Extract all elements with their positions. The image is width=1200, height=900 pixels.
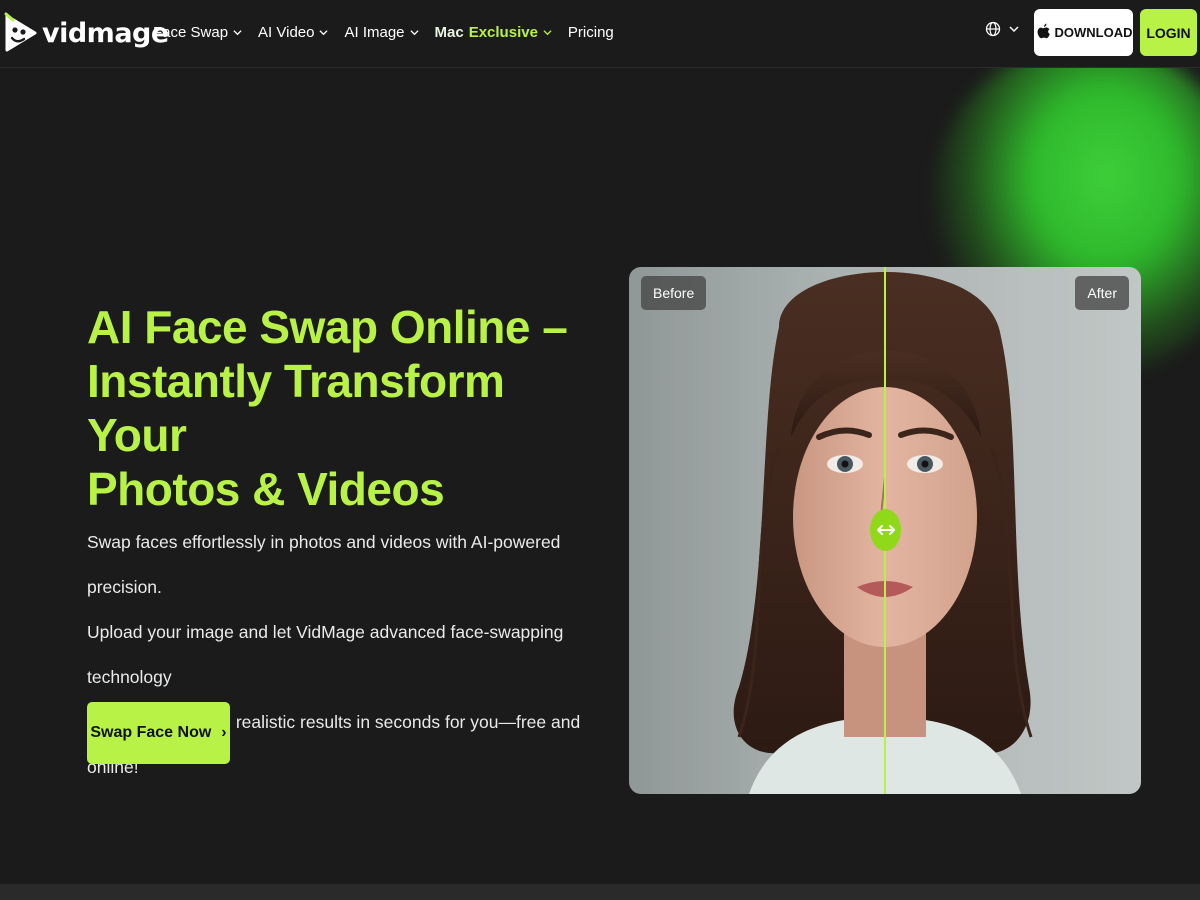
login-label: LOGIN (1146, 24, 1191, 41)
download-label: DOWNLOAD (1054, 25, 1133, 40)
hero-desc-line1: Swap faces effortlessly in photos and vi… (87, 532, 561, 597)
download-button[interactable]: DOWNLOAD (1034, 9, 1133, 56)
hero-title-line2: Instantly Transform Your (87, 355, 505, 461)
site-header: vidmage Face Swap AI Video AI Image Mac … (0, 0, 1200, 68)
nav-ai-image-label: AI Image (344, 23, 405, 41)
vidmage-logo-icon (4, 12, 37, 52)
arrows-horizontal-icon (876, 525, 895, 535)
vidmage-logo[interactable]: vidmage (4, 12, 169, 54)
apple-icon (1037, 23, 1050, 39)
compare-slider-handle[interactable] (870, 509, 901, 551)
after-label: After (1075, 276, 1129, 310)
chevron-down-icon (409, 29, 419, 35)
swap-face-now-button[interactable]: Swap Face Now › (87, 702, 230, 764)
before-label: Before (641, 276, 707, 310)
chevron-right-icon: › (221, 724, 227, 741)
hero-title-line1: AI Face Swap Online – (87, 301, 568, 353)
next-section-edge (0, 884, 1200, 900)
language-selector[interactable] (985, 21, 1019, 37)
hero-title: AI Face Swap Online – Instantly Transfor… (87, 300, 587, 516)
logo-text: vidmage (42, 17, 169, 49)
swap-face-now-label: Swap Face Now (90, 724, 212, 741)
nav-mac-label: Mac (434, 23, 464, 41)
login-button[interactable]: LOGIN (1140, 9, 1197, 56)
hero-title-line3: Photos & Videos (87, 463, 445, 515)
nav-exclusive-label: Exclusive (468, 23, 538, 41)
nav-ai-image[interactable]: AI Image (344, 23, 419, 41)
chevron-down-icon (543, 29, 552, 35)
nav-ai-video[interactable]: AI Video (258, 23, 329, 41)
nav-ai-video-label: AI Video (258, 23, 315, 41)
main-nav: Face Swap AI Video AI Image Mac Exclusiv… (153, 20, 614, 44)
chevron-down-icon (319, 29, 329, 35)
nav-face-swap-label: Face Swap (153, 23, 229, 41)
nav-face-swap[interactable]: Face Swap (153, 24, 242, 41)
nav-pricing[interactable]: Pricing (568, 24, 614, 41)
nav-pricing-label: Pricing (567, 23, 614, 41)
chevron-down-icon (233, 29, 242, 35)
before-after-comparison[interactable]: Before After (629, 267, 1141, 794)
hero-desc-line2: Upload your image and let VidMage advanc… (87, 622, 564, 687)
globe-icon (985, 21, 1001, 37)
nav-mac-exclusive[interactable]: Mac Exclusive (435, 24, 552, 41)
chevron-down-icon (1009, 26, 1019, 33)
